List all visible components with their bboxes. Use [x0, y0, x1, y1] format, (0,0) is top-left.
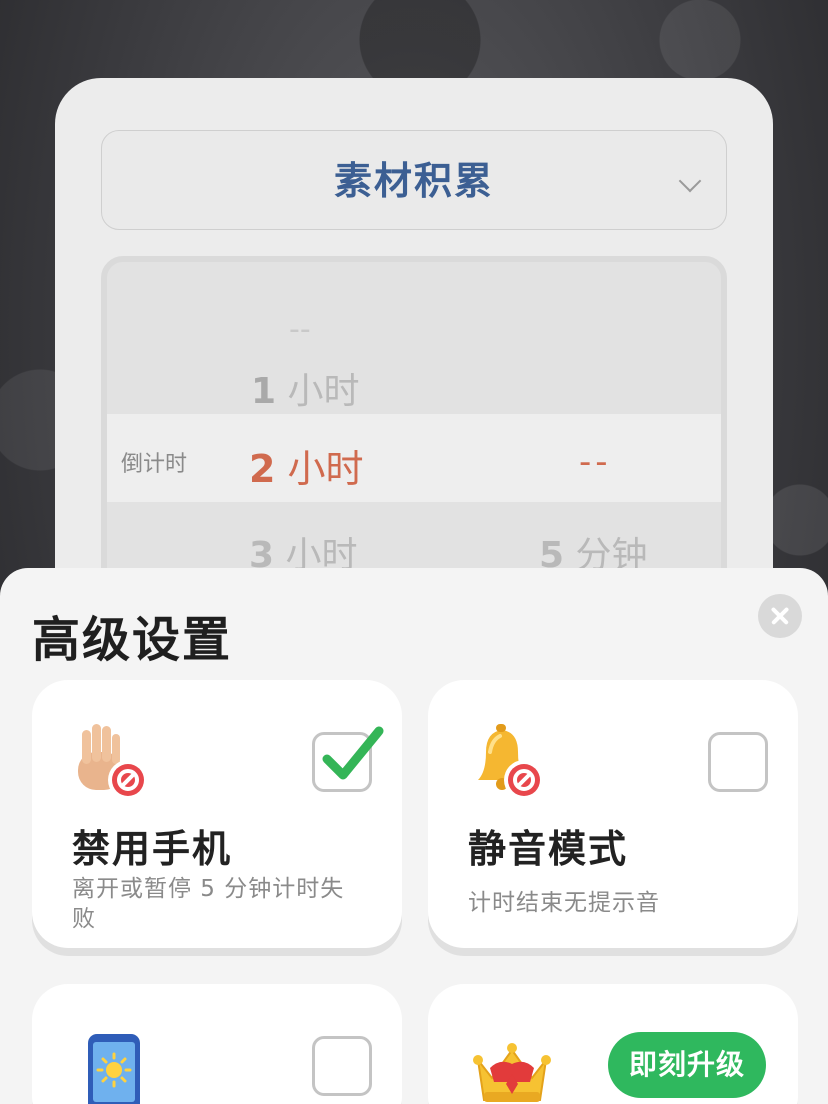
upgrade-now-button[interactable]: 即刻升级	[608, 1032, 766, 1098]
task-selector[interactable]: 素材积累	[101, 130, 727, 230]
advanced-settings-sheet: 高级设置 禁用手机 离开或暂停 5 分钟计时失败 静音模式 计时结束无提示音 即…	[0, 568, 828, 1104]
close-button[interactable]	[758, 594, 802, 638]
brightness-checkbox[interactable]	[312, 1036, 372, 1096]
option-card-premium[interactable]: 即刻升级	[428, 984, 798, 1104]
picker-minute-selected[interactable]: --	[579, 442, 612, 482]
option-title: 禁用手机	[72, 827, 233, 871]
picker-placeholder: --	[289, 312, 311, 347]
option-description: 离开或暂停 5 分钟计时失败	[72, 876, 345, 932]
option-card-silent-mode[interactable]: 静音模式 计时结束无提示音	[428, 680, 798, 948]
crown-icon	[472, 1034, 552, 1104]
option-card-brightness[interactable]	[32, 984, 402, 1104]
sheet-title: 高级设置	[32, 612, 233, 668]
option-description: 计时结束无提示音	[468, 890, 660, 916]
phone-brightness-icon	[84, 1034, 164, 1104]
option-card-disable-phone[interactable]: 禁用手机 离开或暂停 5 分钟计时失败	[32, 680, 402, 948]
stop-hand-icon	[72, 722, 152, 802]
mode-label: 倒计时	[121, 452, 188, 477]
checkmark-icon	[322, 726, 384, 780]
picker-hour-selected[interactable]: 2 小时	[249, 438, 364, 493]
disable-phone-checkbox[interactable]	[312, 726, 384, 792]
option-title: 静音模式	[468, 827, 629, 871]
picker-selected-row	[107, 414, 721, 502]
muted-bell-icon	[468, 722, 548, 802]
task-name: 素材积累	[333, 159, 494, 203]
silent-mode-checkbox[interactable]	[708, 732, 768, 792]
picker-hour-prev[interactable]: 1 小时	[251, 362, 360, 414]
